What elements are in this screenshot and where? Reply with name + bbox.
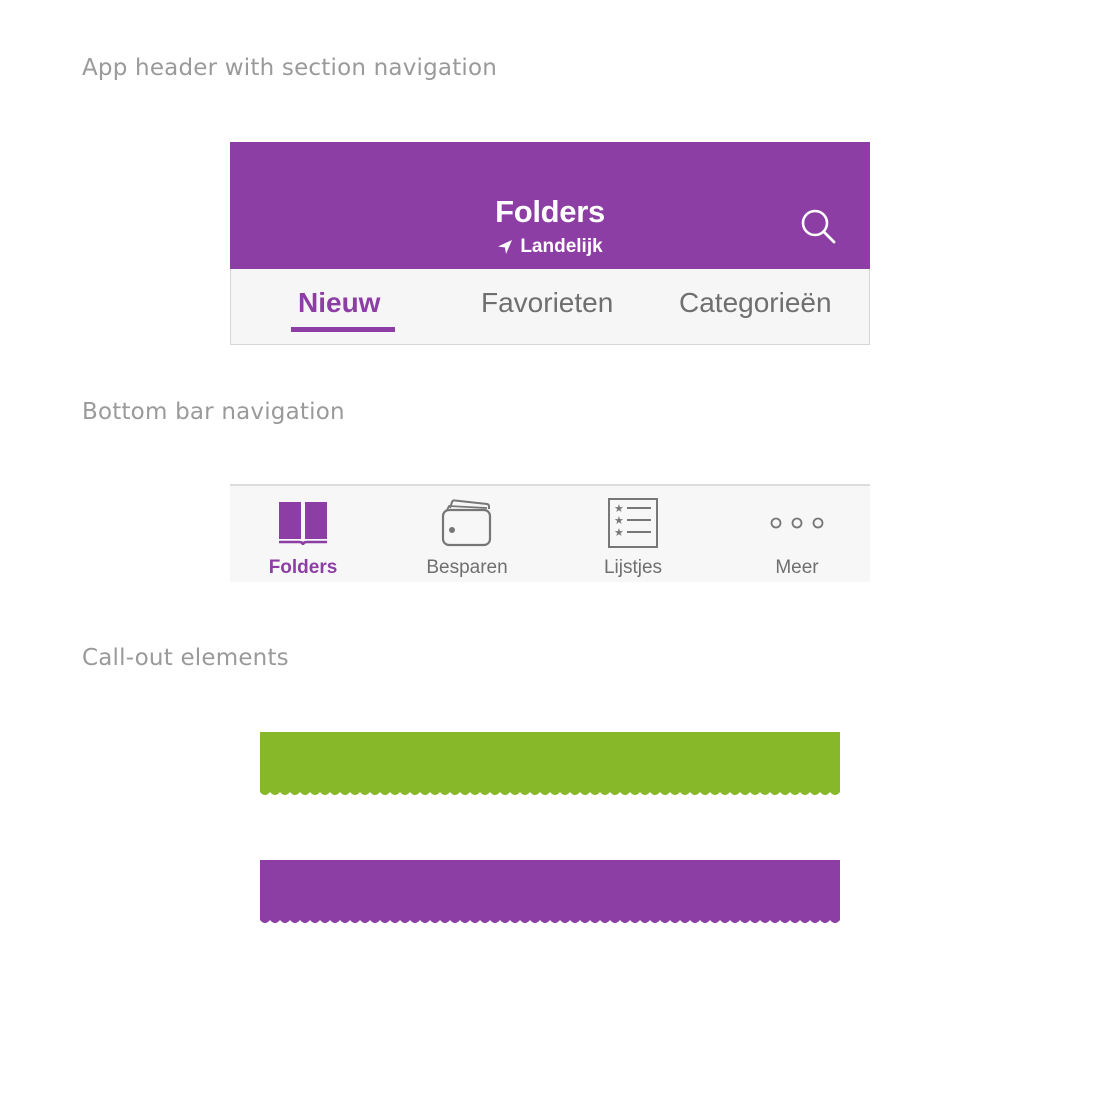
page-title: Folders: [495, 194, 605, 229]
section-label-callouts: Call-out elements: [82, 645, 289, 671]
bottom-nav-label: Besparen: [426, 557, 508, 578]
active-tab-indicator: [291, 327, 395, 332]
section-label-app-header: App header with section navigation: [82, 55, 498, 81]
app-header: Folders Landelijk Nieuw Favorieten Categ…: [230, 142, 870, 346]
location-arrow-icon: [497, 239, 513, 255]
section-label-bottom-bar: Bottom bar navigation: [82, 399, 345, 425]
search-button[interactable]: [798, 206, 838, 246]
bottom-nav-label: Lijstjes: [603, 557, 663, 578]
location-label: Landelijk: [520, 236, 603, 257]
scalloped-banner-shape: [260, 732, 840, 795]
wallet-icon: [392, 496, 542, 550]
more-dots-icon: [722, 496, 872, 550]
section-tab-bar: Nieuw Favorieten Categorieën: [230, 269, 870, 345]
tab-favorieten[interactable]: Favorieten: [481, 287, 613, 319]
tab-categorieen[interactable]: Categorieën: [679, 287, 832, 319]
callout-banner-purple: [260, 860, 840, 924]
callout-banner-green: [260, 732, 840, 796]
bottom-nav-folders[interactable]: Folders: [228, 486, 378, 582]
search-icon: [798, 209, 838, 250]
book-icon: [228, 496, 378, 550]
header-bar: Folders Landelijk: [230, 142, 870, 269]
scalloped-banner-shape: [260, 860, 840, 923]
bottom-nav-lijstjes[interactable]: ★ ★ ★ Lijstjes: [558, 486, 708, 582]
tab-nieuw[interactable]: Nieuw: [298, 287, 380, 319]
bottom-nav-label: Folders: [268, 557, 338, 578]
bottom-nav-meer[interactable]: Meer: [722, 486, 872, 582]
bottom-nav-besparen[interactable]: Besparen: [392, 486, 542, 582]
location-selector[interactable]: Landelijk: [230, 236, 870, 258]
bottom-nav-label: Meer: [775, 557, 819, 578]
list-icon: ★ ★ ★: [558, 496, 708, 550]
svg-text:★: ★: [614, 526, 624, 539]
bottom-bar: Folders Besparen ★ ★ ★ Lijstjes Meer: [230, 484, 870, 582]
